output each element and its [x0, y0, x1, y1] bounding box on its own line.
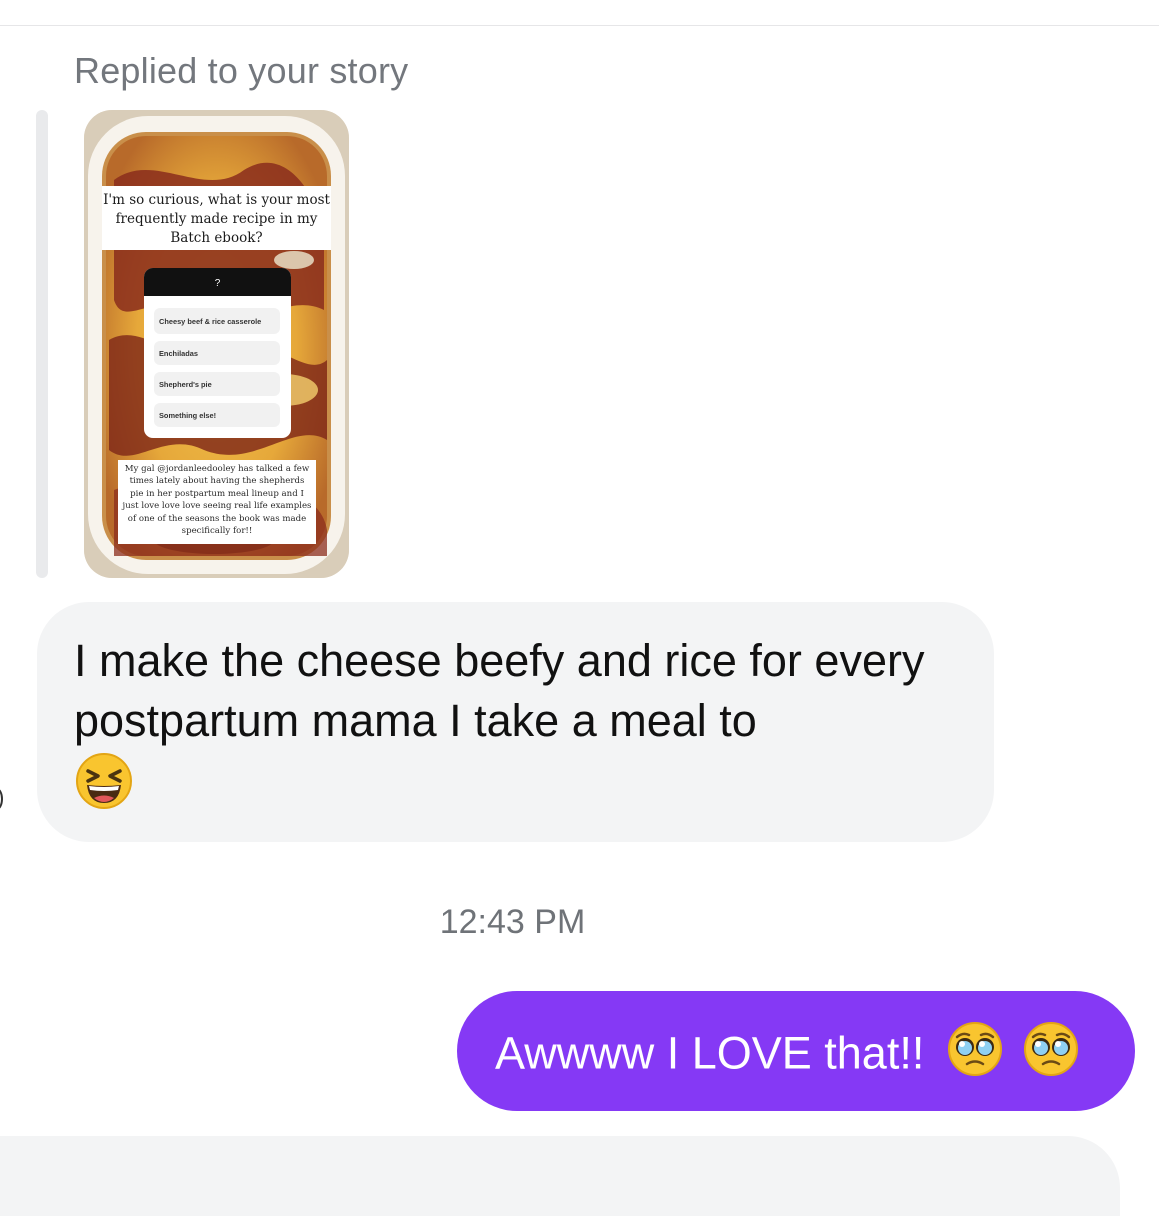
pleading-face-emoji-icon — [1023, 1021, 1079, 1092]
message-timestamp: 12:43 PM — [439, 903, 586, 941]
story-caption-text: My gal @jordanleedooley has talked a few… — [118, 460, 316, 544]
story-reply-caption: Replied to your story — [74, 50, 409, 91]
sent-message-body: Awwww I LOVE that!! — [495, 1027, 925, 1079]
pleading-face-emoji-icon — [947, 1021, 1003, 1092]
reply-quote-bar — [36, 110, 48, 578]
next-message-bubble-partial — [0, 1136, 1120, 1216]
received-message-text: I make the cheese beefy and rice for eve… — [74, 631, 964, 826]
received-message-body: I make the cheese beefy and rice for eve… — [74, 635, 925, 746]
received-message-bubble[interactable]: I make the cheese beefy and rice for eve… — [37, 602, 994, 842]
poll-option: Enchiladas — [154, 341, 280, 365]
sent-message-text: Awwww I LOVE that!! — [495, 1021, 1079, 1092]
poll-option: Cheesy beef & rice casserole — [154, 308, 280, 334]
story-question-sticker: I'm so curious, what is your most freque… — [102, 186, 331, 250]
sender-avatar-edge — [0, 788, 3, 810]
poll-option: Shepherd's pie — [154, 372, 280, 396]
story-preview-thumbnail[interactable]: I'm so curious, what is your most freque… — [84, 110, 349, 578]
sent-message-bubble[interactable]: Awwww I LOVE that!! — [457, 991, 1135, 1111]
laughing-squint-emoji-icon — [74, 751, 134, 826]
poll-option: Something else! — [154, 403, 280, 427]
top-divider — [0, 25, 1159, 26]
poll-prompt: ? — [144, 268, 291, 296]
poll-sticker: ? Cheesy beef & rice casserole Enchilada… — [144, 268, 291, 438]
